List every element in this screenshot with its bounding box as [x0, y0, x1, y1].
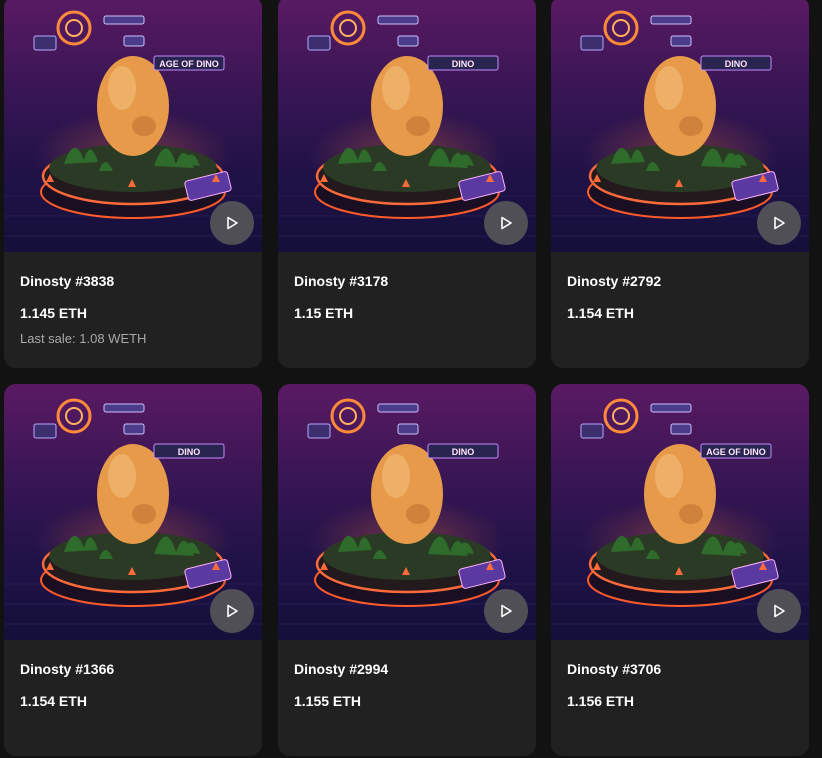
nft-price: 1.154 ETH: [20, 693, 87, 709]
nft-card[interactable]: AGE OF DINO Dinosty #3838 1.145 ETH Last…: [4, 0, 262, 368]
nft-media[interactable]: DINO: [278, 0, 536, 252]
nft-last-sale: Last sale: 1.08 WETH: [20, 331, 147, 346]
play-icon: [227, 216, 238, 230]
play-button[interactable]: [210, 201, 254, 245]
play-button[interactable]: [757, 201, 801, 245]
play-icon: [501, 216, 512, 230]
nft-media[interactable]: DINO: [4, 384, 262, 640]
nft-name[interactable]: Dinosty #3838: [20, 273, 114, 289]
play-icon: [774, 216, 785, 230]
nft-media[interactable]: DINO: [551, 0, 809, 252]
nft-media[interactable]: DINO: [278, 384, 536, 640]
nft-media[interactable]: AGE OF DINO: [4, 0, 262, 252]
play-button[interactable]: [757, 589, 801, 633]
nft-card[interactable]: DINO Dinosty #2994 1.155 ETH: [278, 384, 536, 756]
play-icon: [774, 604, 785, 618]
nft-media[interactable]: AGE OF DINO: [551, 384, 809, 640]
play-icon: [227, 604, 238, 618]
nft-name[interactable]: Dinosty #3706: [567, 661, 661, 677]
play-button[interactable]: [484, 589, 528, 633]
nft-card[interactable]: AGE OF DINO Dinosty #3706 1.156 ETH: [551, 384, 809, 756]
nft-name[interactable]: Dinosty #2994: [294, 661, 388, 677]
play-icon: [501, 604, 512, 618]
svg-text:DINO: DINO: [725, 59, 748, 69]
nft-price: 1.156 ETH: [567, 693, 634, 709]
svg-text:AGE OF DINO: AGE OF DINO: [159, 59, 219, 69]
nft-name[interactable]: Dinosty #2792: [567, 273, 661, 289]
nft-price: 1.15 ETH: [294, 305, 354, 321]
nft-card[interactable]: DINO Dinosty #3178 1.15 ETH: [278, 0, 536, 368]
nft-price: 1.145 ETH: [20, 305, 87, 321]
nft-price: 1.154 ETH: [567, 305, 634, 321]
play-button[interactable]: [210, 589, 254, 633]
svg-text:DINO: DINO: [452, 447, 475, 457]
nft-price: 1.155 ETH: [294, 693, 361, 709]
svg-text:DINO: DINO: [178, 447, 201, 457]
nft-name[interactable]: Dinosty #3178: [294, 273, 388, 289]
nft-card[interactable]: DINO Dinosty #1366 1.154 ETH: [4, 384, 262, 756]
nft-name[interactable]: Dinosty #1366: [20, 661, 114, 677]
svg-text:DINO: DINO: [452, 59, 475, 69]
play-button[interactable]: [484, 201, 528, 245]
nft-card[interactable]: DINO Dinosty #2792 1.154 ETH: [551, 0, 809, 368]
svg-text:AGE OF DINO: AGE OF DINO: [706, 447, 766, 457]
